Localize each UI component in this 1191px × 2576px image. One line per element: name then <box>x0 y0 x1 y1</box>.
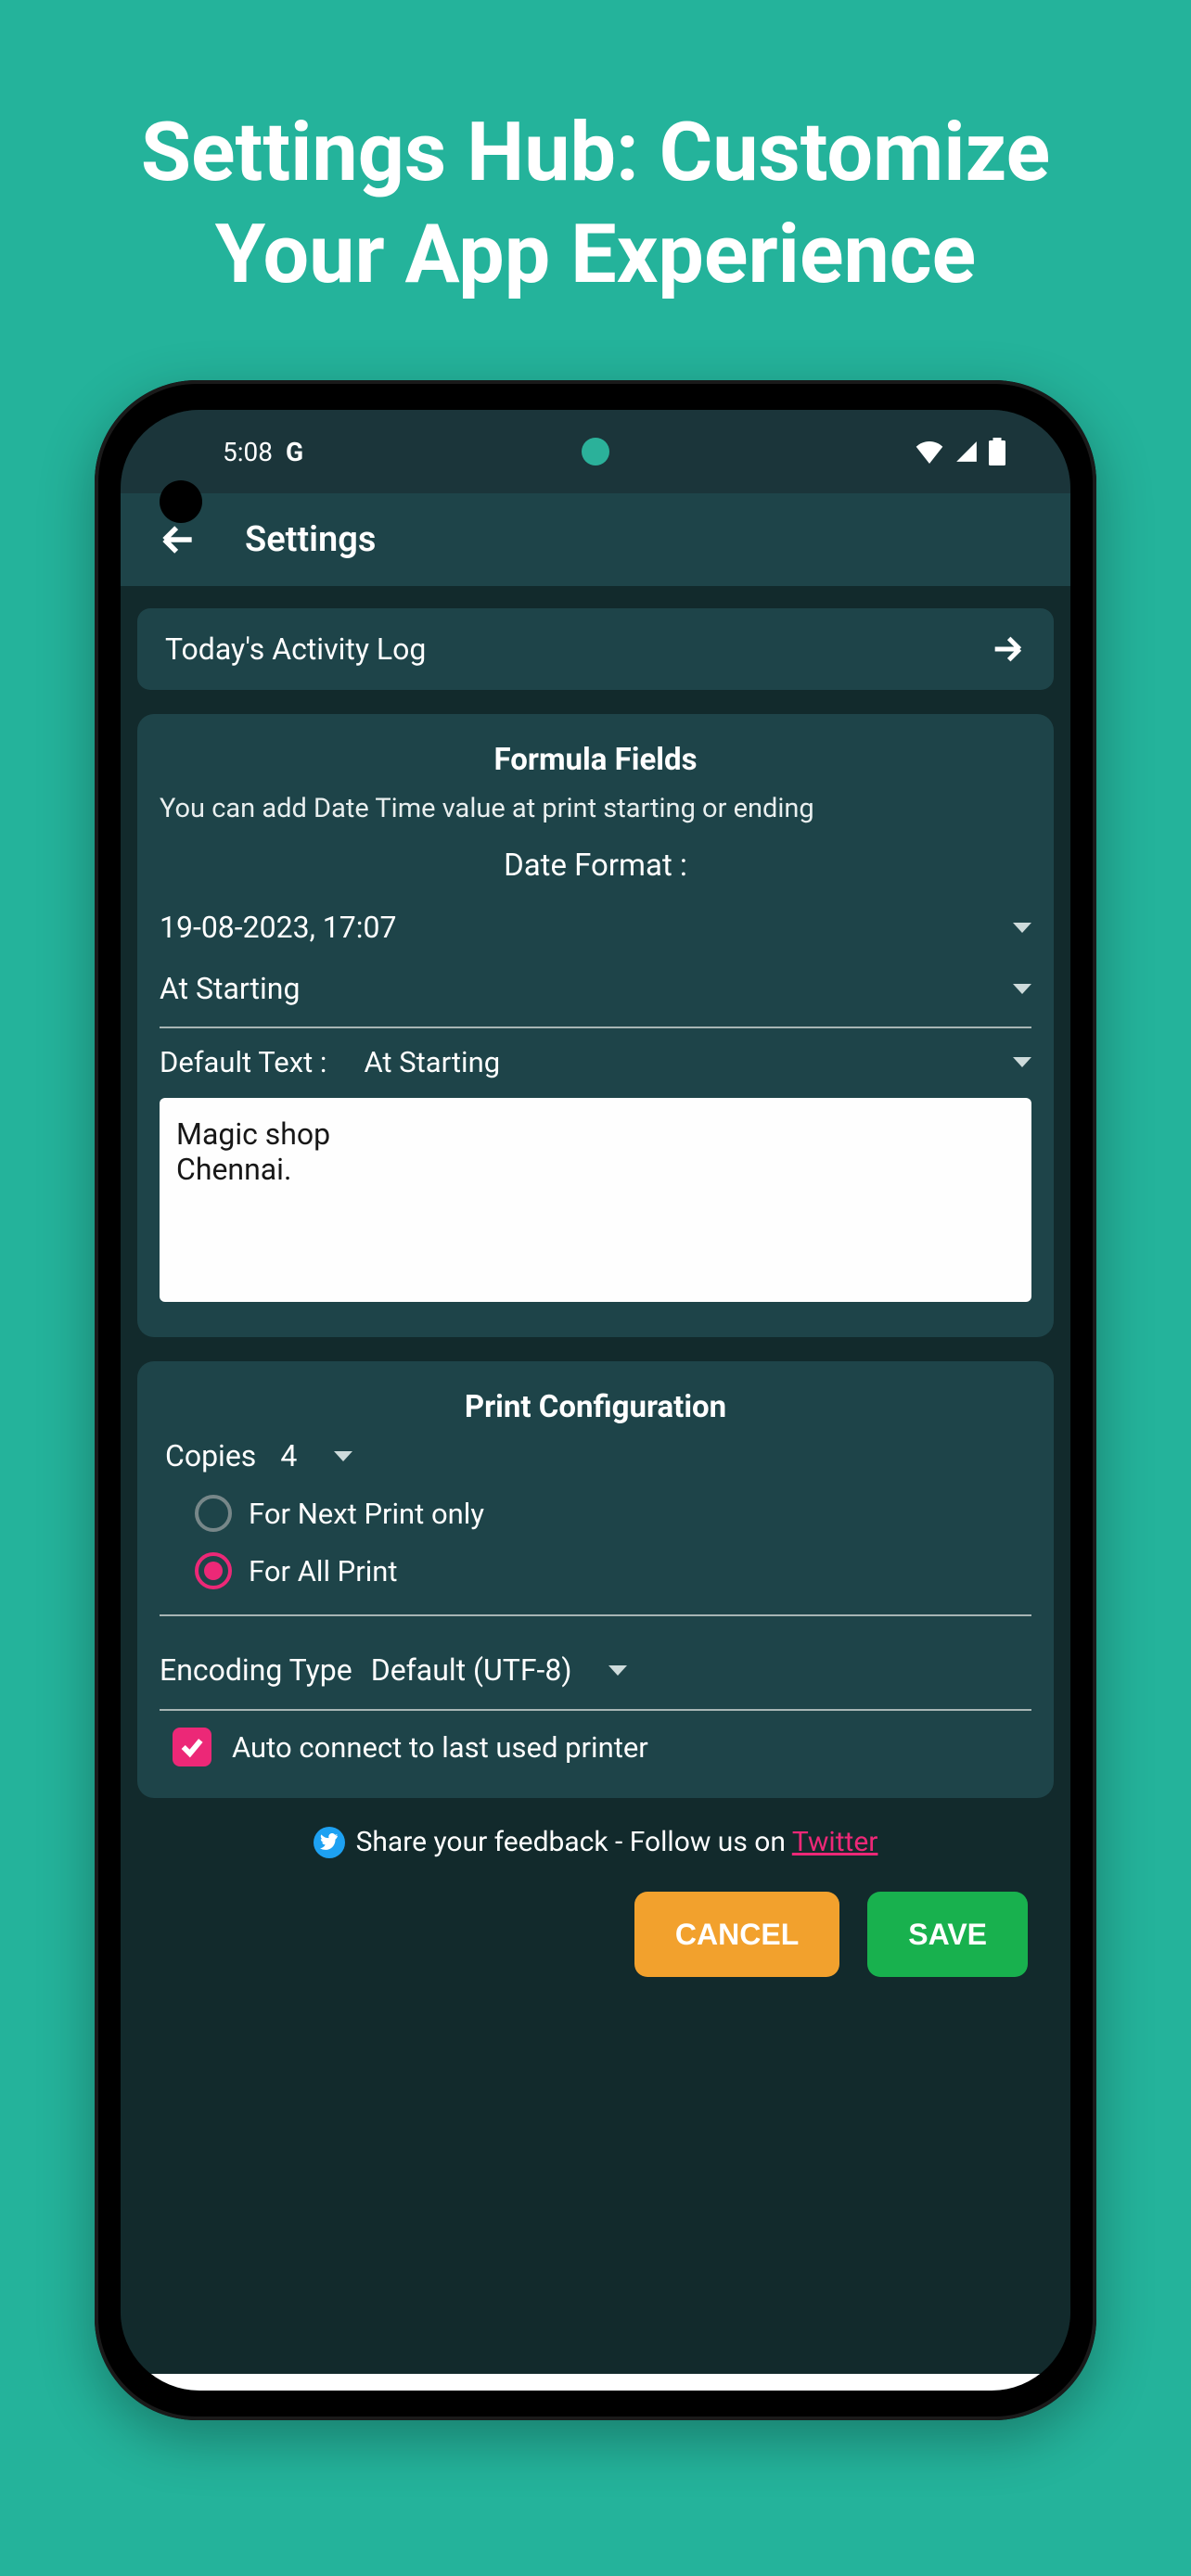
feedback-row: Share your feedback - Follow us on Twitt… <box>137 1826 1054 1858</box>
date-format-value: 19-08-2023, 17:07 <box>160 910 396 945</box>
status-right <box>915 438 1005 465</box>
print-config-title: Print Configuration <box>160 1389 1031 1425</box>
divider <box>160 1709 1031 1711</box>
default-text-input[interactable] <box>160 1098 1031 1302</box>
date-format-select[interactable]: 19-08-2023, 17:07 <box>160 897 1031 958</box>
auto-connect-row[interactable]: Auto connect to last used printer <box>160 1728 1031 1766</box>
default-text-row: Default Text : At Starting <box>160 1045 1031 1079</box>
cancel-button[interactable]: CANCEL <box>634 1892 839 1977</box>
copies-select[interactable]: 4 <box>280 1438 352 1473</box>
save-button[interactable]: SAVE <box>867 1892 1028 1977</box>
radio-all-print-label: For All Print <box>249 1554 398 1588</box>
settings-content: Today's Activity Log Formula Fields You … <box>121 586 1070 2374</box>
divider <box>160 1027 1031 1028</box>
auto-connect-label: Auto connect to last used printer <box>232 1730 648 1765</box>
divider <box>160 1614 1031 1616</box>
encoding-type-label: Encoding Type <box>160 1652 352 1688</box>
battery-icon <box>989 438 1005 465</box>
phone-device-frame: 5:08 G Settings Today's Activity Log <box>95 380 1096 2420</box>
status-bar: 5:08 G <box>121 410 1070 493</box>
home-indicator-region <box>121 2374 1070 2391</box>
footer-buttons: CANCEL SAVE <box>137 1882 1054 1999</box>
feedback-text: Share your feedback - Follow us on <box>356 1826 792 1858</box>
front-camera-dot <box>160 480 202 523</box>
copies-row: Copies 4 <box>160 1438 1031 1473</box>
status-center-dot-icon <box>582 438 609 465</box>
phone-screen: 5:08 G Settings Today's Activity Log <box>121 410 1070 2391</box>
radio-unselected-icon <box>195 1495 232 1532</box>
chevron-down-icon <box>1013 923 1031 933</box>
chevron-down-icon <box>334 1451 352 1461</box>
signal-icon <box>954 440 980 464</box>
twitter-link[interactable]: Twitter <box>792 1826 878 1858</box>
chevron-down-icon <box>1013 1057 1031 1067</box>
print-config-card: Print Configuration Copies 4 For Next Pr… <box>137 1361 1054 1798</box>
copies-label: Copies <box>165 1438 256 1473</box>
date-position-select[interactable]: At Starting <box>160 958 1031 1019</box>
checkbox-checked-icon <box>173 1728 211 1766</box>
encoding-type-row: Encoding Type Default (UTF-8) <box>160 1633 1031 1707</box>
status-time: 5:08 <box>223 437 273 467</box>
chevron-down-icon <box>608 1665 627 1676</box>
marketing-title: Settings Hub: Customize Your App Experie… <box>59 102 1132 306</box>
encoding-type-value: Default (UTF-8) <box>371 1652 572 1688</box>
status-left: 5:08 G <box>223 437 303 467</box>
encoding-type-select[interactable]: Default (UTF-8) <box>371 1652 628 1688</box>
app-bar: Settings <box>121 493 1070 586</box>
radio-for-all-print[interactable]: For All Print <box>160 1542 1031 1600</box>
app-bar-title: Settings <box>245 519 376 560</box>
formula-fields-title: Formula Fields <box>160 742 1031 778</box>
back-arrow-icon[interactable] <box>158 519 198 560</box>
date-format-label: Date Format : <box>160 848 1031 884</box>
copies-value: 4 <box>280 1438 297 1473</box>
twitter-icon <box>314 1827 345 1858</box>
default-text-position-select[interactable]: At Starting <box>364 1045 1031 1079</box>
arrow-right-icon <box>989 631 1026 668</box>
default-text-position-value: At Starting <box>364 1045 500 1079</box>
radio-next-print-only[interactable]: For Next Print only <box>160 1485 1031 1542</box>
formula-fields-description: You can add Date Time value at print sta… <box>160 791 1031 827</box>
default-text-label: Default Text : <box>160 1045 327 1079</box>
radio-selected-icon <box>195 1552 232 1589</box>
formula-fields-card: Formula Fields You can add Date Time val… <box>137 714 1054 1337</box>
activity-log-row[interactable]: Today's Activity Log <box>137 608 1054 690</box>
google-badge: G <box>286 437 303 467</box>
radio-next-print-label: For Next Print only <box>249 1497 484 1531</box>
chevron-down-icon <box>1013 984 1031 994</box>
activity-log-label: Today's Activity Log <box>165 631 426 667</box>
wifi-icon <box>915 440 944 464</box>
date-position-value: At Starting <box>160 971 300 1006</box>
